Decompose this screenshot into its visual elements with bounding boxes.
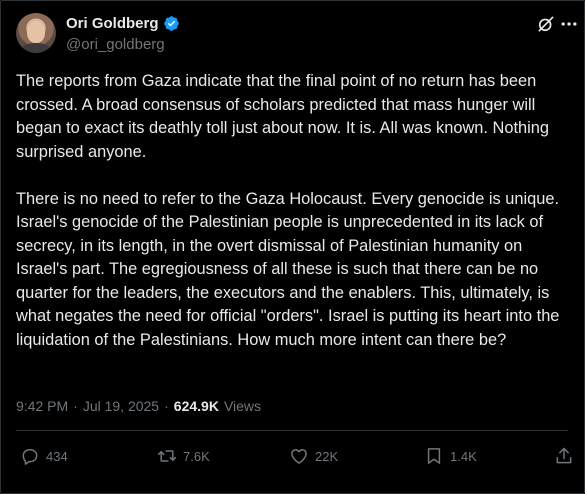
author-name-row: Ori Goldberg [66,15,180,32]
reply-button[interactable]: 434 [20,446,68,466]
tweet-paragraph-1: The reports from Gaza indicate that the … [16,72,549,161]
like-icon [291,449,307,464]
more-icon[interactable] [559,14,579,34]
like-count: 22K [315,448,339,464]
like-button[interactable]: 22K [289,446,338,466]
author-handle[interactable]: @ori_goldberg [66,36,165,53]
share-icon [556,447,572,464]
tweet-paragraph-2: There is no need to refer to the Gaza Ho… [16,189,560,349]
meta-separator: · [73,398,78,414]
bookmark-button[interactable]: 1.4K [424,446,477,466]
avatar-face [27,21,45,43]
repost-count: 7.6K [183,448,210,464]
views-label: Views [223,398,262,414]
bookmark-icon [427,448,441,464]
action-bar: 434 7.6K 22K 1.4K [0,446,585,474]
repost-icon [157,450,177,462]
share-button[interactable] [554,446,574,466]
author-display-name[interactable]: Ori Goldberg [66,15,159,32]
reply-icon [22,449,38,465]
tweet-time[interactable]: 9:42 PM [16,398,68,414]
divider [16,430,568,431]
avatar-shirt [20,43,52,53]
tweet-date[interactable]: Jul 19, 2025 [83,398,159,414]
reply-count: 434 [46,448,68,464]
grok-icon[interactable] [536,14,556,34]
bookmark-count: 1.4K [450,448,477,464]
verified-badge-icon[interactable] [163,15,180,32]
views-count: 624.9K [173,398,219,414]
repost-button[interactable]: 7.6K [157,446,210,466]
meta-separator: · [164,398,169,414]
avatar[interactable] [16,13,56,53]
tweet-meta: 9:42 PM · Jul 19, 2025 · 624.9K Views [16,398,261,414]
tweet-text: The reports from Gaza indicate that the … [16,70,574,352]
